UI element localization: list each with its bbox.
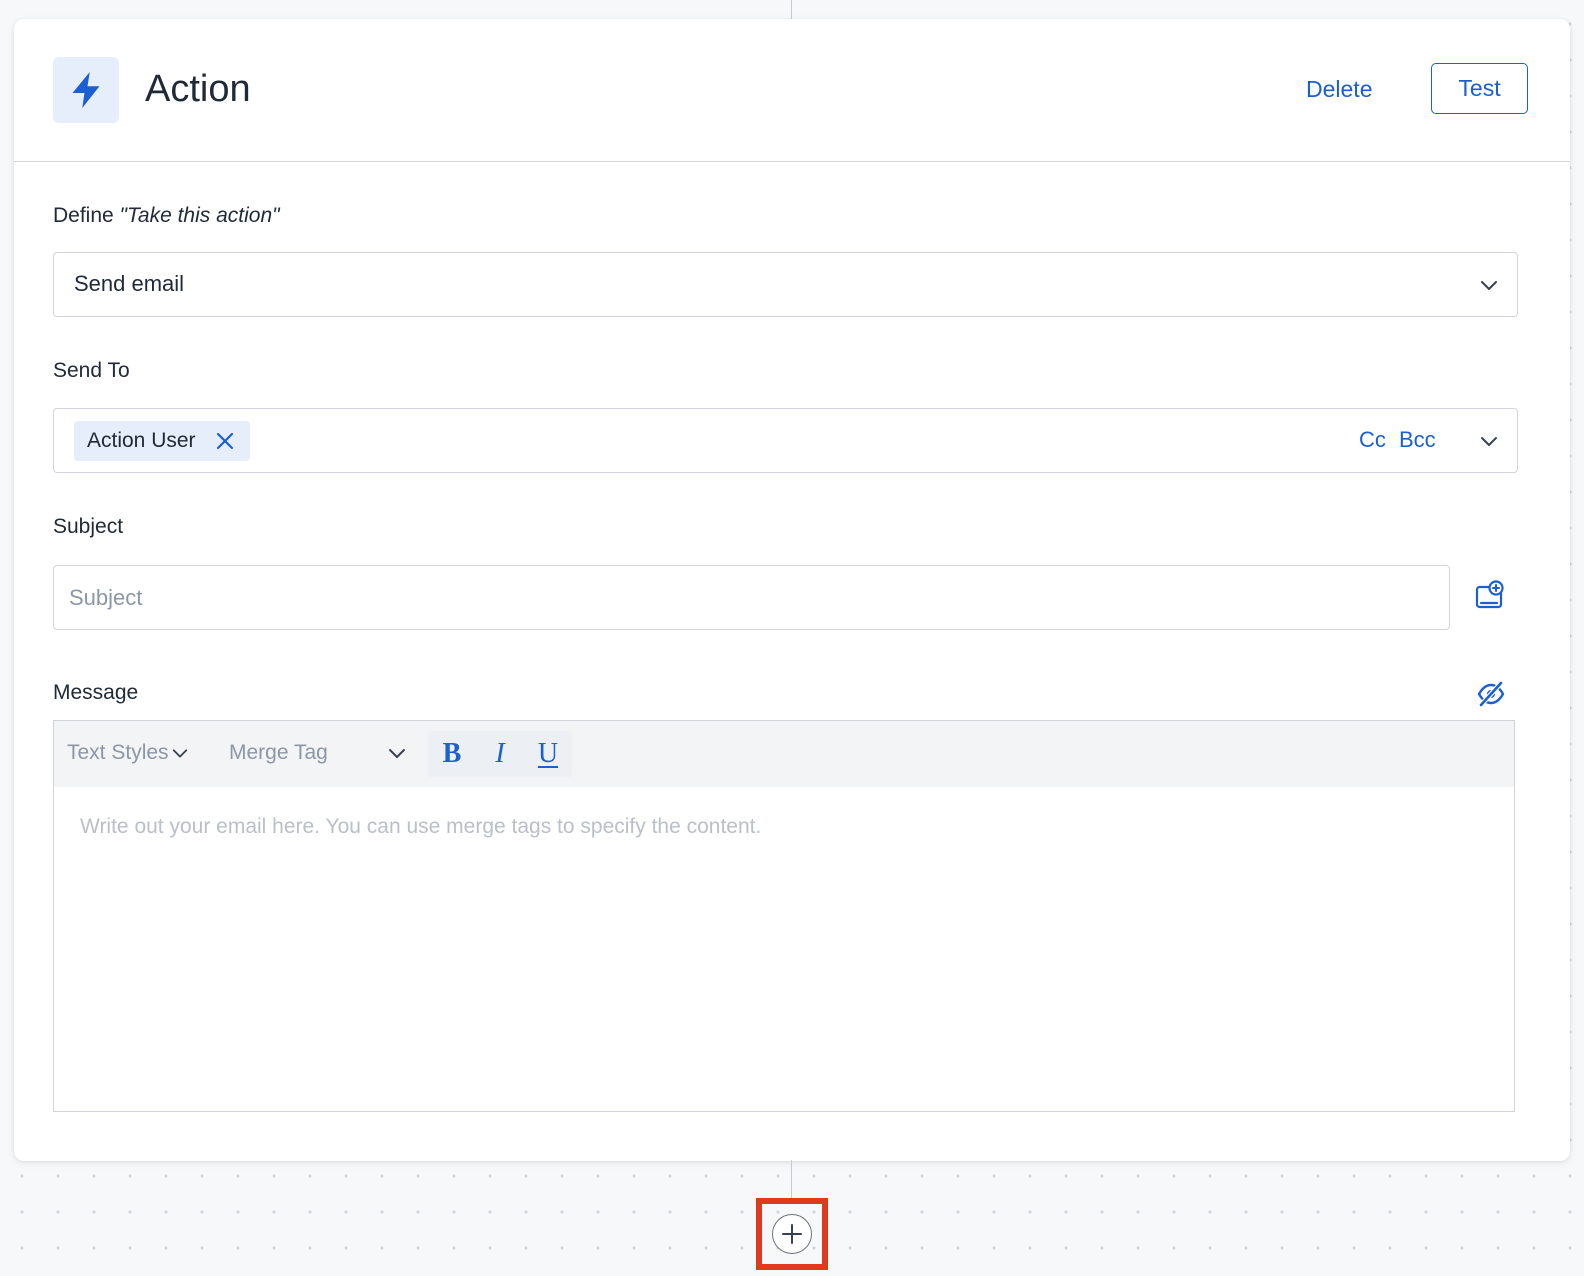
subject-input[interactable]: [53, 565, 1450, 630]
cc-link[interactable]: Cc: [1359, 427, 1386, 453]
remove-recipient-button[interactable]: [214, 430, 236, 452]
define-action-label-emphasis: "Take this action": [119, 204, 280, 227]
plus-icon: [782, 1224, 802, 1244]
chevron-down-icon: [172, 749, 187, 758]
chevron-down-icon: [1481, 281, 1497, 290]
chevron-down-icon[interactable]: [387, 743, 407, 763]
send-to-field[interactable]: Action User Cc Bcc: [53, 408, 1518, 473]
add-merge-tag-icon[interactable]: [1474, 580, 1506, 612]
test-button[interactable]: Test: [1431, 63, 1528, 114]
flow-connector-top: [791, 0, 792, 20]
subject-label: Subject: [53, 515, 124, 538]
underline-button[interactable]: U: [524, 731, 572, 777]
text-styles-dropdown[interactable]: Text Styles: [67, 741, 189, 765]
action-type-value: Send email: [74, 271, 185, 296]
merge-tag-dropdown[interactable]: Merge Tag: [229, 741, 409, 765]
bold-button[interactable]: B: [428, 731, 476, 777]
add-step-button[interactable]: [772, 1214, 812, 1254]
text-styles-label: Text Styles: [67, 741, 169, 764]
close-icon: [216, 432, 233, 450]
define-action-label-prefix: Define: [53, 204, 120, 227]
message-label: Message: [53, 681, 139, 704]
bcc-link[interactable]: Bcc: [1399, 427, 1436, 453]
action-card-header: Action Delete Test: [14, 19, 1570, 162]
action-icon-badge: [53, 57, 119, 123]
canvas-top-strip: [0, 0, 1584, 6]
italic-button[interactable]: I: [476, 731, 524, 777]
flow-connector-bottom: [791, 1160, 792, 1200]
action-card: Action Delete Test Define "Take this act…: [14, 19, 1570, 1161]
eye-off-icon[interactable]: [1476, 679, 1506, 709]
action-type-select[interactable]: Send email: [53, 252, 1518, 317]
recipient-chip-label: Action User: [87, 429, 196, 452]
send-to-label: Send To: [53, 359, 130, 382]
editor-toolbar: Text Styles Merge Tag B I U: [54, 721, 1514, 787]
format-button-group: B I U: [428, 731, 572, 777]
message-body[interactable]: Write out your email here. You can use m…: [54, 787, 1514, 1111]
chevron-down-icon[interactable]: [1479, 431, 1499, 451]
define-action-label: Define "Take this action": [53, 203, 280, 229]
card-title: Action: [145, 68, 251, 110]
delete-button[interactable]: Delete: [1296, 69, 1382, 109]
message-editor: Text Styles Merge Tag B I U Write out yo…: [53, 720, 1515, 1112]
lightning-icon: [72, 72, 100, 108]
recipient-chip: Action User: [74, 421, 250, 461]
